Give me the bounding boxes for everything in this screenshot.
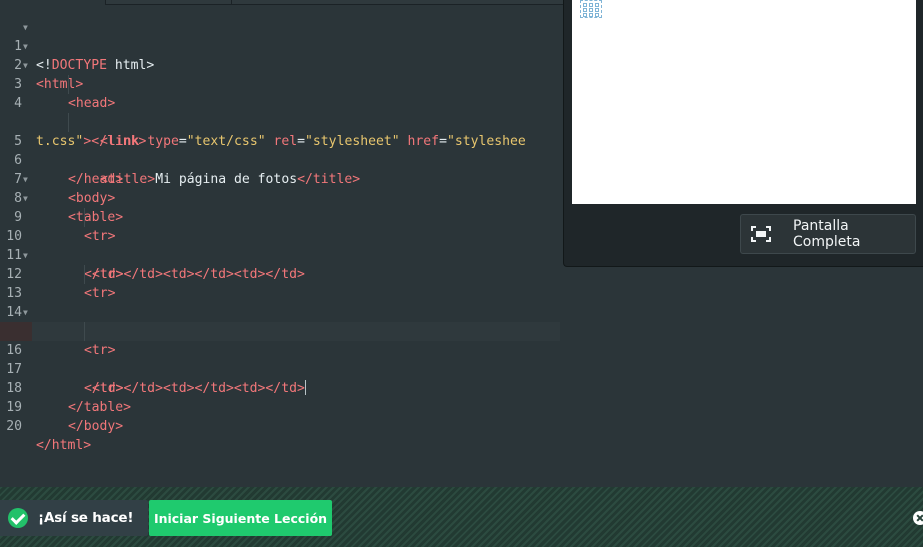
code-line: 10 <td></td><td></td><td></td> <box>0 208 560 282</box>
code-line: 3 ▼ <head> <box>0 56 560 111</box>
code-editor[interactable]: 1 ▼ <!DOCTYPE html> 2 ▼ <html> 3 ▼ <head> 4… <box>0 18 560 453</box>
indent-guide <box>68 113 69 132</box>
code-token: </html> <box>36 438 92 453</box>
indent-guide <box>84 265 85 284</box>
next-lesson-button[interactable]: Iniciar Siguiente Lección <box>149 500 332 536</box>
code-line: 15▼ <tr> <box>0 303 560 358</box>
code-line: 4 <link type="text/css" rel="stylesheet"… <box>0 75 560 149</box>
fold-arrow-icon[interactable]: ▼ <box>23 56 28 75</box>
fullscreen-label: Pantalla Completa <box>793 218 861 250</box>
preview-panel: Pantalla Completa <box>563 0 923 267</box>
code-token: </body> <box>68 419 124 434</box>
code-line: 1 ▼ <!DOCTYPE html> <box>0 18 560 73</box>
indent-guide <box>84 208 85 227</box>
code-line: 20 </html> <box>0 398 560 453</box>
code-line: 11 </tr> <box>0 227 560 282</box>
close-icon[interactable] <box>913 511 923 525</box>
code-line: 12 ▼ <tr> <box>0 246 560 301</box>
lesson-complete-banner: ¡Así se hace! Iniciar Siguiente Lección <box>0 487 923 547</box>
code-line: 5 <title>Mi página de fotos</title> <box>0 113 560 187</box>
code-line-active: 16 <td></td><td></td><td></td> <box>0 322 560 396</box>
checkmark-icon <box>8 508 28 528</box>
code-line: 9 ▼ <tr> <box>0 189 560 244</box>
code-line: 19 </body> <box>0 379 560 434</box>
code-line: 17 </tr> <box>0 341 560 396</box>
fold-arrow-icon[interactable]: ▼ <box>23 303 28 322</box>
tab-separator <box>231 0 232 5</box>
code-line: 18 </table> <box>0 360 560 415</box>
code-line: 14 </tr> <box>0 284 560 339</box>
fold-arrow-icon[interactable]: ▼ <box>23 37 28 56</box>
line-number: 20 <box>6 419 22 434</box>
fold-arrow-icon[interactable]: ▼ <box>23 170 28 189</box>
rendered-table-outline <box>580 0 602 18</box>
indent-guide <box>68 75 69 94</box>
code-line: 8 ▼ <table> <box>0 170 560 225</box>
success-text: ¡Así se hace! <box>38 510 134 526</box>
code-line: 7 <body> <box>0 151 560 206</box>
indent-guide <box>84 322 85 341</box>
code-line: 6 </head> <box>0 132 560 187</box>
fullscreen-button[interactable]: Pantalla Completa <box>740 214 916 254</box>
code-line: 2 ▼ <html> <box>0 37 560 92</box>
fold-arrow-icon[interactable]: ▼ <box>23 246 28 265</box>
fold-arrow-icon[interactable]: ▼ <box>23 18 28 37</box>
fold-arrow-icon[interactable]: ▼ <box>23 189 28 208</box>
code-line: 13 <td></td><td></td><td></td> <box>0 265 560 339</box>
editor-tab-strip <box>105 0 563 5</box>
preview-output[interactable] <box>572 0 916 204</box>
fullscreen-icon <box>751 226 771 242</box>
code-line-wrap: t.css"></link> <box>0 94 560 149</box>
success-message: ¡Así se hace! <box>0 500 148 536</box>
